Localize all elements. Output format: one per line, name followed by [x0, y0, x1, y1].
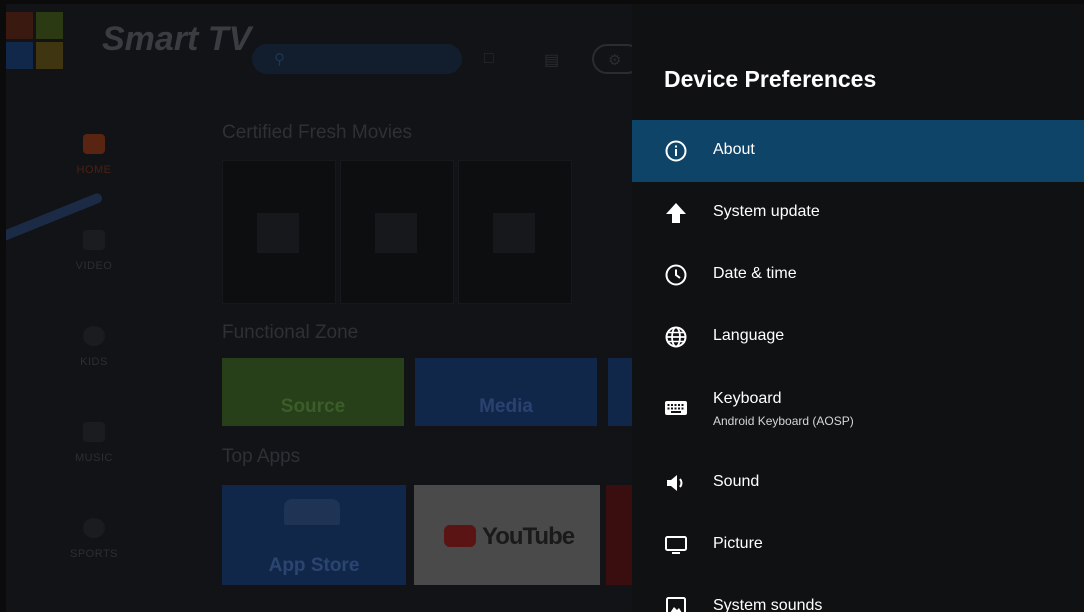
search-icon: ⚲: [274, 51, 285, 68]
sports-icon: [83, 518, 105, 538]
settings-button[interactable]: ⚙: [592, 44, 632, 74]
sidebar-item-kids[interactable]: KIDS: [64, 326, 124, 370]
menu-item-system-sounds[interactable]: System sounds: [632, 576, 1084, 612]
image-icon: [666, 597, 686, 612]
sidebar-item-label: HOME: [76, 164, 112, 176]
sidebar-item-label: MUSIC: [75, 452, 113, 464]
panel-title: Device Preferences: [664, 66, 877, 92]
zone-tile-partial[interactable]: [608, 358, 632, 426]
sidebar-item-music[interactable]: MUSIC: [64, 422, 124, 466]
source-tile[interactable]: Source: [222, 358, 404, 426]
movie-poster[interactable]: [222, 160, 336, 304]
menu-item-label: System sounds: [713, 597, 823, 612]
speaker-icon: [667, 475, 683, 491]
clock-icon: [665, 264, 687, 286]
menu-item-label: Sound: [713, 473, 760, 490]
menu-item-language[interactable]: Language: [632, 306, 1084, 368]
section-title-apps: Top Apps: [222, 446, 301, 467]
sidebar-item-label: KIDS: [80, 356, 108, 368]
sidebar-item-home[interactable]: HOME: [64, 134, 124, 178]
video-icon: [83, 230, 105, 250]
youtube-tile[interactable]: YouTube: [414, 485, 600, 585]
media-tile[interactable]: Media: [415, 358, 597, 426]
play-icon: [375, 213, 417, 253]
play-icon: [493, 213, 535, 253]
menu-item-keyboard[interactable]: Keyboard Android Keyboard (AOSP): [632, 368, 1084, 440]
menu-item-label: About: [713, 141, 755, 158]
menu-item-sound[interactable]: Sound: [632, 452, 1084, 514]
monitor-icon: [665, 536, 687, 554]
source-label: Source: [280, 396, 346, 417]
sidebar-item-video[interactable]: VIDEO: [64, 230, 124, 274]
brand-title: Smart TV: [102, 20, 252, 58]
arrow-up-icon: [666, 203, 686, 223]
app-store-label: App Store: [268, 555, 360, 576]
menu-item-about[interactable]: About: [632, 120, 1084, 182]
media-label: Media: [479, 396, 533, 417]
movie-poster[interactable]: [340, 160, 454, 304]
menu-item-label: Picture: [713, 535, 763, 552]
section-title-zone: Functional Zone: [222, 322, 359, 343]
settings-panel: Device Preferences About System update D…: [632, 4, 1084, 612]
menu-item-label: Keyboard: [713, 390, 782, 407]
movie-poster[interactable]: [458, 160, 572, 304]
info-icon: [665, 140, 687, 162]
menu-item-sublabel: Android Keyboard (AOSP): [713, 414, 854, 428]
menu-item-label: Date & time: [713, 265, 797, 282]
sidebar-item-label: VIDEO: [75, 260, 113, 272]
music-icon: [83, 422, 105, 442]
search-box[interactable]: ⚲: [252, 44, 462, 74]
usb-icon[interactable]: □: [484, 50, 494, 68]
notes-icon[interactable]: ▤: [544, 50, 559, 70]
keyboard-icon: [665, 401, 687, 415]
home-icon: [83, 134, 105, 154]
youtube-logo-icon: [444, 525, 476, 547]
sidebar-item-sports[interactable]: SPORTS: [64, 518, 124, 562]
store-icon: [284, 499, 340, 525]
globe-icon: [665, 326, 687, 348]
menu-item-system-update[interactable]: System update: [632, 182, 1084, 244]
windows-logo-icon: [6, 12, 70, 74]
gear-icon: ⚙: [608, 52, 622, 69]
app-store-tile[interactable]: App Store: [222, 485, 406, 585]
menu-item-label: Language: [713, 327, 785, 344]
youtube-label: YouTube: [482, 523, 575, 550]
section-title-movies: Certified Fresh Movies: [222, 122, 413, 143]
play-icon: [257, 213, 299, 253]
menu-item-label: System update: [713, 203, 820, 220]
menu-item-picture[interactable]: Picture: [632, 514, 1084, 576]
launcher-background: Smart TV ⚲ □ ▤ ⚙ HOME VIDEO KIDS MUSIC S…: [6, 4, 632, 612]
menu-item-date-time[interactable]: Date & time: [632, 244, 1084, 306]
app-tile-partial[interactable]: [606, 485, 632, 585]
kids-icon: [83, 326, 105, 346]
sidebar-item-label: SPORTS: [69, 548, 119, 560]
screen: Smart TV ⚲ □ ▤ ⚙ HOME VIDEO KIDS MUSIC S…: [6, 4, 1084, 612]
